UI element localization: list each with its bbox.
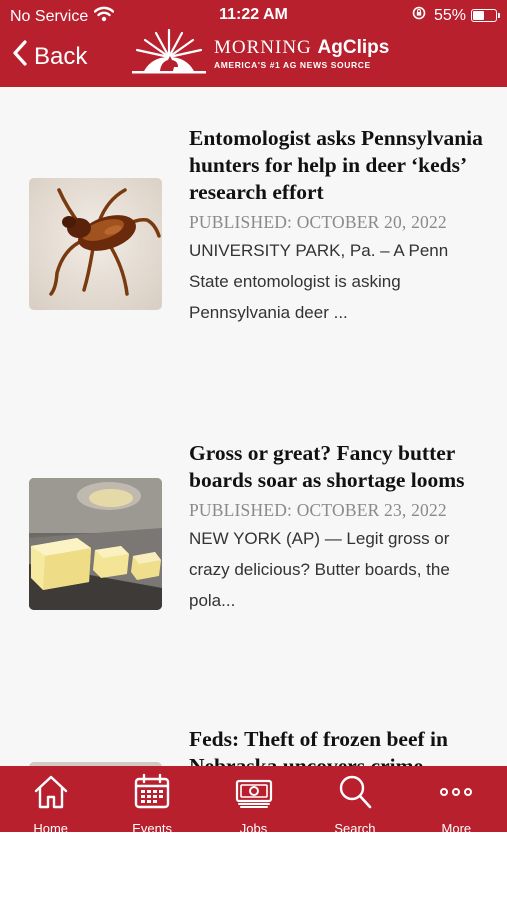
logo-text: MORNING AgClips AMERICA'S #1 AG NEWS SOU…	[214, 37, 389, 70]
article-title: Gross or great? Fancy butter boards soar…	[189, 441, 465, 492]
article-text: Entomologist asks Pennsylvania hunters f…	[189, 125, 489, 328]
tab-events[interactable]: Events	[101, 766, 202, 832]
article-text: Gross or great? Fancy butter boards soar…	[189, 440, 489, 616]
article-thumbnail	[29, 178, 162, 310]
article-excerpt: UNIVERSITY PARK, Pa. – A Penn State ento…	[189, 241, 449, 322]
tab-more[interactable]: More	[406, 766, 507, 832]
tab-label: Jobs	[239, 821, 268, 832]
butter-image	[29, 478, 162, 610]
article-thumbnail	[29, 478, 162, 610]
more-icon	[436, 772, 476, 817]
calendar-icon	[132, 772, 172, 817]
insect-image	[29, 178, 162, 310]
tab-bar: Home Events Jobs Search More	[0, 766, 507, 832]
battery-percent: 55%	[433, 6, 466, 24]
status-right: 55%	[412, 6, 500, 25]
sunrise-rooster-icon	[130, 27, 208, 80]
article-excerpt: NEW YORK (AP) — Legit gross or crazy del…	[189, 529, 450, 610]
tab-label: Search	[334, 821, 376, 832]
logo-wordmark: MORNING AgClips	[214, 37, 389, 59]
back-button[interactable]: Back	[12, 40, 87, 73]
battery-icon	[471, 9, 500, 22]
search-icon	[335, 772, 375, 817]
home-icon	[31, 772, 71, 817]
logo-tagline: AMERICA'S #1 AG NEWS SOURCE	[214, 59, 371, 70]
app-header: No Service 11:22 AM 55% Back MORNING AgC…	[0, 0, 507, 87]
tab-label: Events	[132, 821, 172, 832]
orientation-lock-icon	[412, 6, 426, 25]
article-date: PUBLISHED: OCTOBER 23, 2022	[189, 500, 447, 520]
tab-jobs[interactable]: Jobs	[203, 766, 304, 832]
logo-word1: MORNING	[214, 36, 312, 58]
app-screen: No Service 11:22 AM 55% Back MORNING AgC…	[0, 0, 507, 832]
money-icon	[234, 772, 274, 817]
back-label: Back	[34, 42, 88, 70]
article-item[interactable]: Entomologist asks Pennsylvania hunters f…	[0, 125, 507, 365]
article-item[interactable]: Gross or great? Fancy butter boards soar…	[0, 440, 507, 660]
article-title: Entomologist asks Pennsylvania hunters f…	[189, 126, 483, 204]
chevron-left-icon	[12, 40, 28, 73]
logo-word2: AgClips	[317, 36, 390, 58]
status-left: No Service	[10, 6, 115, 27]
tab-search[interactable]: Search	[304, 766, 405, 832]
carrier-text: No Service	[10, 7, 89, 25]
battery-fill	[473, 11, 485, 20]
wifi-icon	[94, 6, 115, 27]
tab-label: More	[441, 821, 472, 832]
article-date: PUBLISHED: OCTOBER 20, 2022	[189, 212, 447, 232]
status-bar: No Service 11:22 AM 55%	[0, 0, 507, 30]
tab-label: Home	[33, 821, 69, 832]
tab-home[interactable]: Home	[0, 766, 101, 832]
app-logo: MORNING AgClips AMERICA'S #1 AG NEWS SOU…	[130, 27, 389, 80]
